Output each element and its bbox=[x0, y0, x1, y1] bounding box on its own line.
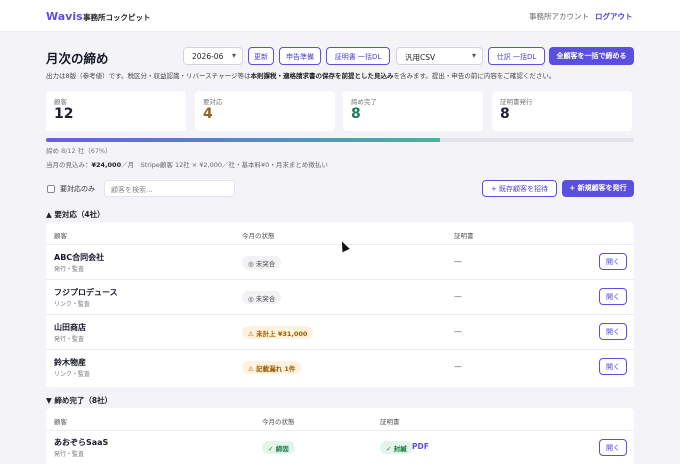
stat-label: 要対応 bbox=[203, 98, 223, 106]
divider bbox=[46, 314, 634, 315]
status-badge: ◎ 未突合 bbox=[242, 291, 282, 304]
stat-card-closed: 締め完了 8 bbox=[343, 91, 483, 131]
open-button[interactable]: 開く bbox=[599, 358, 627, 375]
action-only-checkbox[interactable] bbox=[47, 185, 55, 193]
client-name[interactable]: あおぞらSaaS bbox=[54, 437, 108, 448]
col-header-cert: 証明書 bbox=[380, 418, 400, 426]
client-sub: リンク・監査 bbox=[54, 301, 90, 308]
open-button[interactable]: 開く bbox=[599, 288, 627, 305]
client-name[interactable]: フジプロデュース bbox=[54, 287, 118, 298]
stat-card-action: 要対応 4 bbox=[195, 91, 335, 131]
issue-client-button[interactable]: + 新規顧客を発行 bbox=[562, 180, 634, 197]
cert-value: — bbox=[454, 327, 462, 336]
done-table: 顧客 今月の状態 証明書 あおぞらSaaS 発行・監査 ✓ 締固 ✓ 封緘 PD… bbox=[46, 408, 634, 464]
cert-value: — bbox=[454, 362, 462, 371]
stat-label: 証明書発行 bbox=[500, 98, 533, 106]
client-name[interactable]: ABC合同会社 bbox=[54, 252, 104, 263]
open-button[interactable]: 開く bbox=[599, 323, 627, 340]
stat-card-certs: 証明書発行 8 bbox=[492, 91, 632, 131]
stat-value: 8 bbox=[351, 106, 361, 122]
col-header-status: 今月の状態 bbox=[262, 418, 295, 426]
notice-text: 出力は8版（参考値）です。税区分・収益認識・リバースチャージ等は本則課税・適格請… bbox=[46, 72, 556, 80]
csv-format-select[interactable]: 汎用CSV bbox=[396, 47, 483, 65]
action-only-label[interactable]: 要対応のみ bbox=[60, 184, 95, 194]
page-title: 月次の締め bbox=[46, 51, 109, 66]
refresh-button[interactable]: 更新 bbox=[248, 47, 274, 65]
top-bar: Wavis 事務所コックピット 事務所アカウント ログアウト bbox=[0, 0, 680, 32]
stat-label: 締め完了 bbox=[351, 98, 377, 106]
client-sub: 発行・監査 bbox=[54, 266, 85, 273]
stat-value: 12 bbox=[54, 106, 74, 122]
cert-value: — bbox=[454, 292, 462, 301]
progress-text: 締め 8/12 社（67%） bbox=[46, 147, 112, 155]
progress-fill bbox=[46, 138, 440, 142]
client-name[interactable]: 山田商店 bbox=[54, 322, 86, 333]
close-progress-bar bbox=[46, 138, 634, 142]
client-name[interactable]: 鈴木物産 bbox=[54, 357, 86, 368]
brand-logo[interactable]: Wavis bbox=[46, 10, 83, 23]
divider bbox=[46, 430, 634, 431]
journal-bulk-download-button[interactable]: 仕訳 一括DL bbox=[488, 47, 545, 65]
open-button[interactable]: 開く bbox=[599, 253, 627, 270]
client-sub: 発行・監査 bbox=[54, 451, 85, 458]
stat-value: 8 bbox=[500, 106, 510, 122]
col-header-cert: 証明書 bbox=[454, 232, 474, 240]
divider bbox=[46, 349, 634, 350]
monthly-estimate: 当月の見込み：¥24,000／月 Stripe顧客 12社 × ¥2,000／社… bbox=[46, 161, 328, 169]
status-badge: ⚠ 記載漏れ 1件 bbox=[242, 361, 302, 374]
filing-prep-button[interactable]: 申告準備 bbox=[279, 47, 321, 65]
cert-status-badge: ✓ 封緘 bbox=[380, 441, 413, 454]
stat-card-clients: 顧客 12 bbox=[46, 91, 186, 131]
client-sub: 発行・監査 bbox=[54, 336, 85, 343]
col-header-status: 今月の状態 bbox=[242, 232, 275, 240]
cert-value: — bbox=[454, 257, 462, 266]
status-badge: ◎ 未突合 bbox=[242, 256, 282, 269]
section-done-title[interactable]: ▼ 締め完了（8社） bbox=[46, 395, 112, 406]
logout-link[interactable]: ログアウト bbox=[595, 11, 633, 22]
stat-value: 4 bbox=[203, 106, 213, 122]
status-badge: ✓ 締固 bbox=[262, 441, 295, 454]
client-search-input[interactable]: 顧客を検索... bbox=[104, 180, 235, 197]
pdf-link[interactable]: PDF bbox=[412, 442, 429, 451]
section-action-title[interactable]: ▲ 要対応（4社） bbox=[46, 209, 105, 220]
invite-client-button[interactable]: + 既存顧客を招待 bbox=[482, 180, 557, 197]
col-header-client: 顧客 bbox=[54, 418, 67, 426]
status-badge: ⚠ 未計上 ¥31,000 bbox=[242, 326, 314, 339]
open-button[interactable]: 開く bbox=[599, 439, 627, 456]
brand-subtitle: 事務所コックピット bbox=[83, 13, 151, 22]
stat-label: 顧客 bbox=[54, 98, 67, 106]
client-sub: リンク・監査 bbox=[54, 371, 90, 378]
account-label: 事務所アカウント bbox=[529, 12, 589, 21]
divider bbox=[46, 279, 634, 280]
certs-bulk-download-button[interactable]: 証明書 一括DL bbox=[326, 47, 390, 65]
col-header-client: 顧客 bbox=[54, 232, 67, 240]
month-select[interactable]: 2026-06 bbox=[183, 47, 243, 65]
close-all-clients-button[interactable]: 全顧客を一括で締める bbox=[549, 47, 634, 65]
